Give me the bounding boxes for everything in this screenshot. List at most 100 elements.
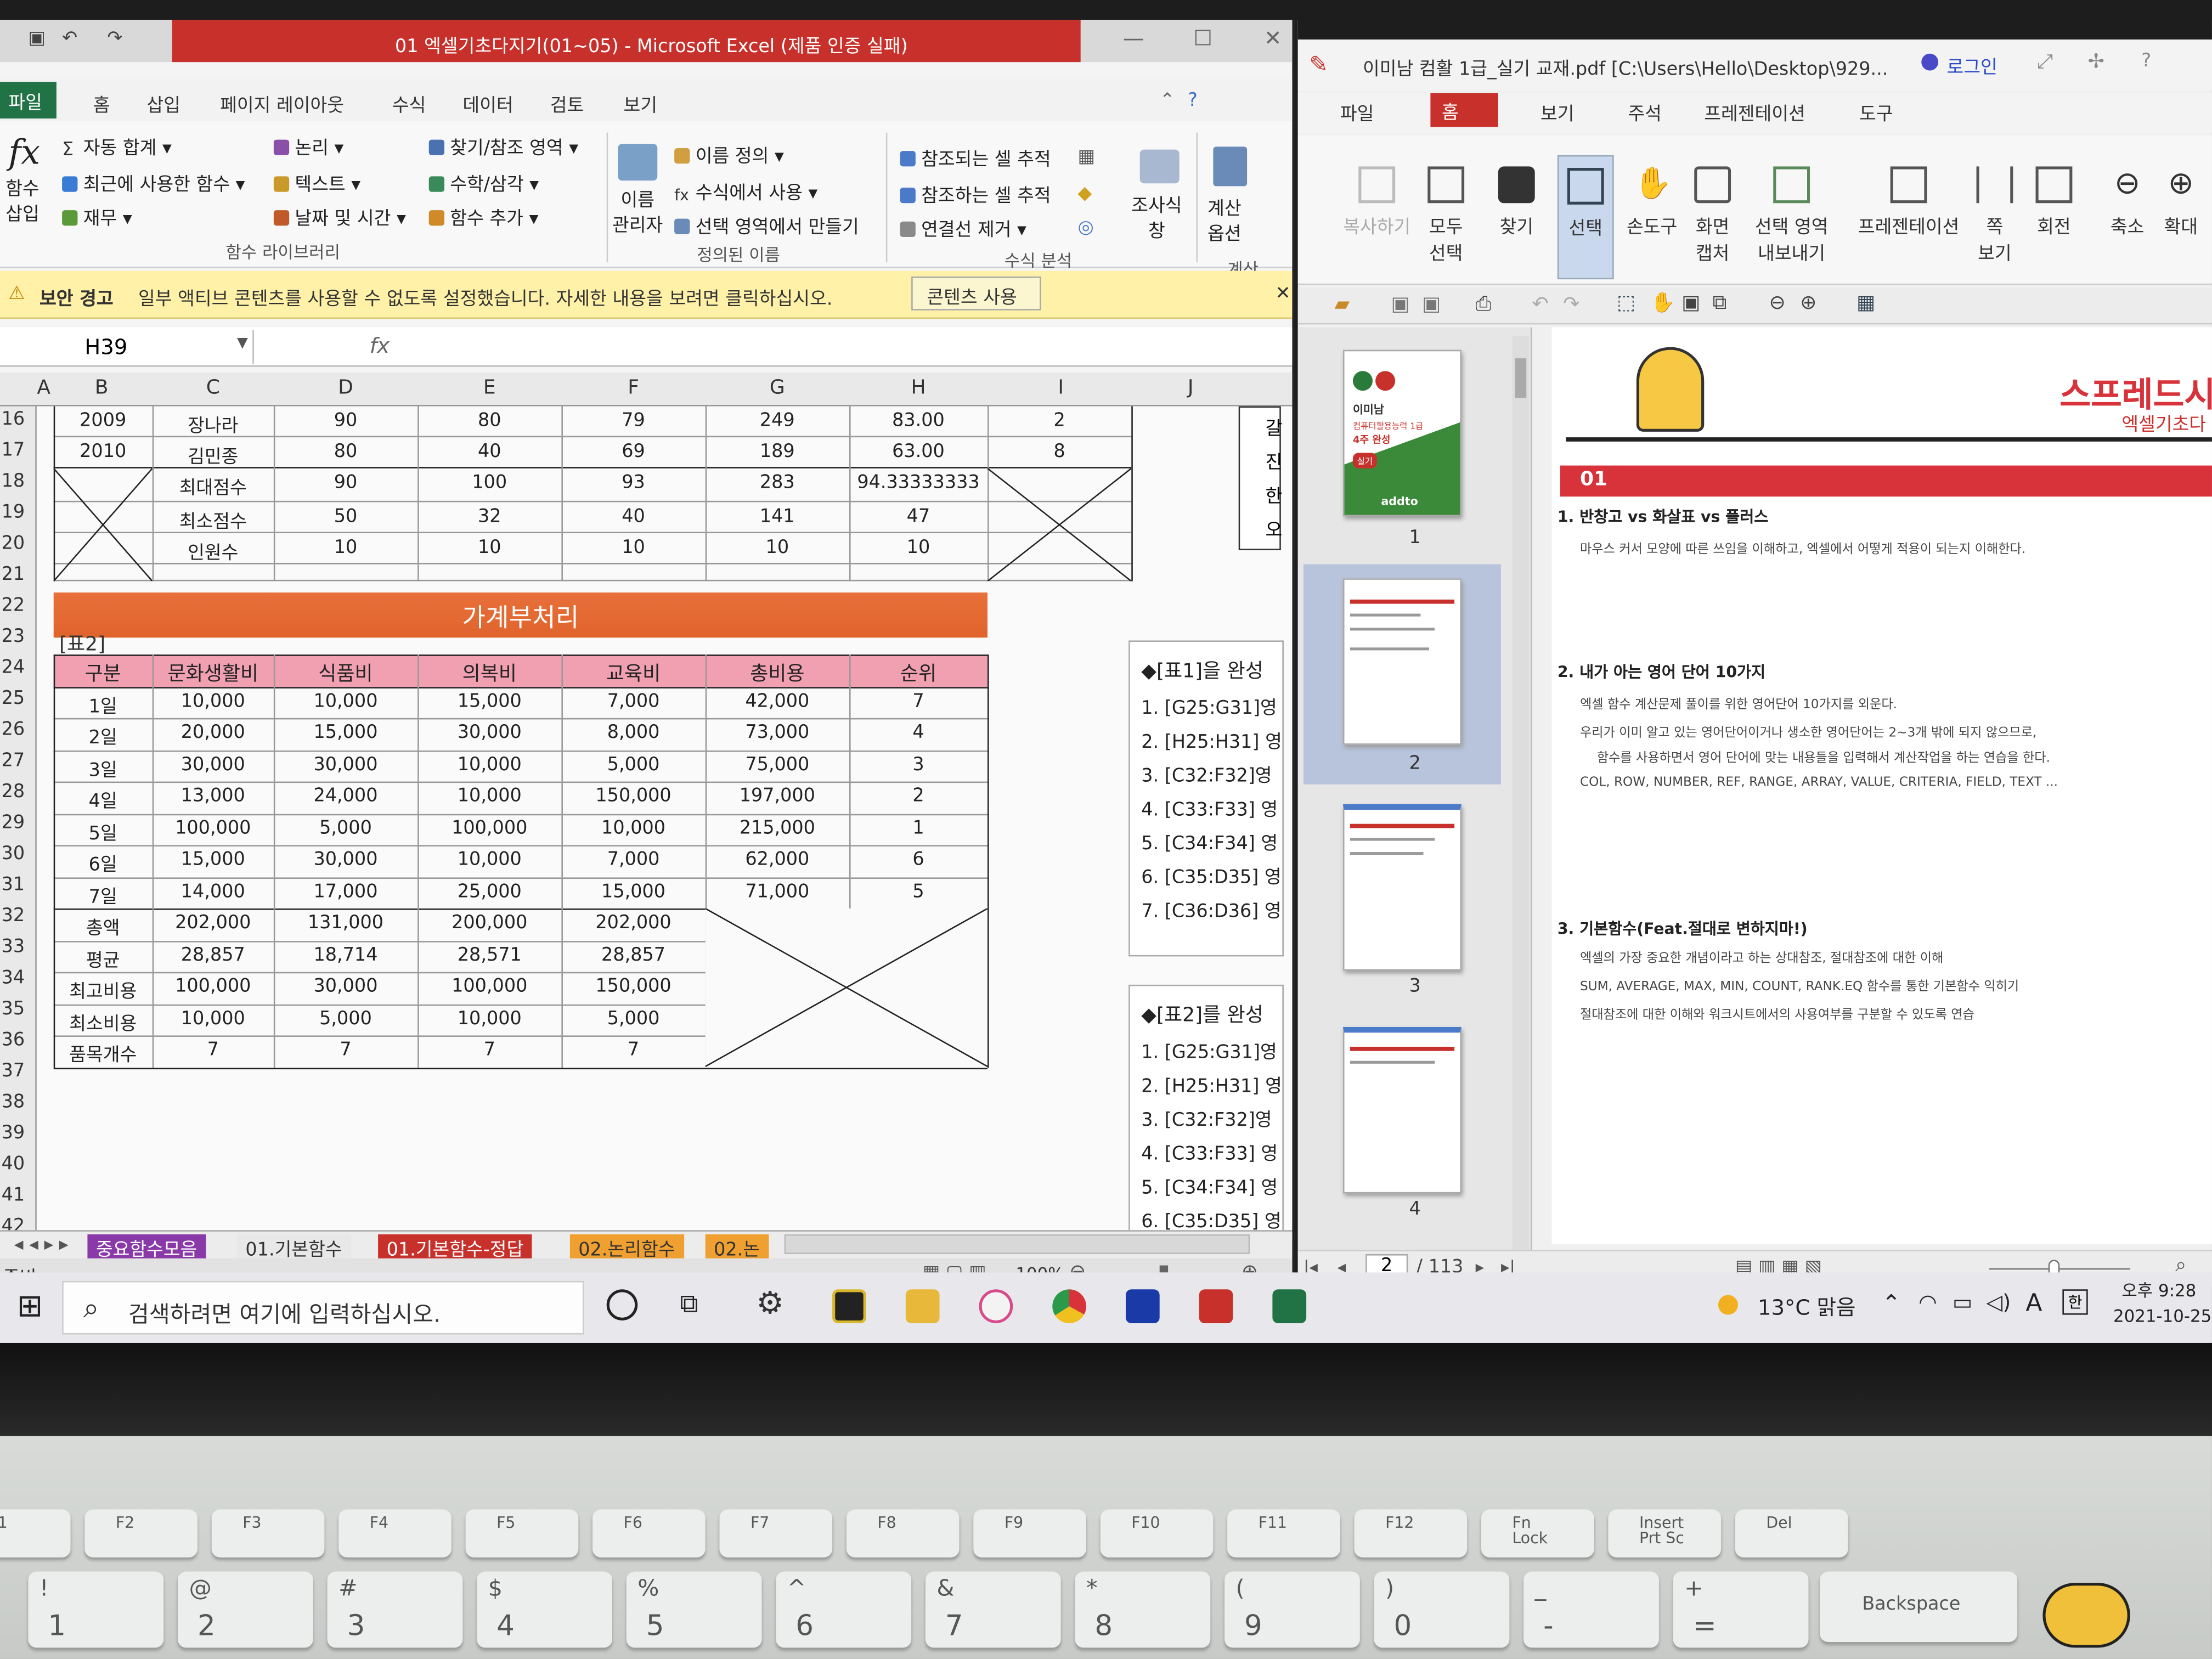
summary-value-cell[interactable]: 32	[417, 506, 561, 528]
menu-file[interactable]: 파일	[1340, 99, 1374, 126]
summary-value-cell[interactable]: 7	[274, 1040, 417, 1061]
day-cell[interactable]: 3일	[54, 754, 153, 781]
summary-label-cell[interactable]: 최소비용	[54, 1008, 153, 1035]
ribbon-collapse-icon[interactable]: ⌃	[1160, 91, 1175, 112]
day-cell[interactable]: 7일	[54, 881, 153, 908]
total-cell[interactable]: 249	[706, 410, 849, 432]
sticky-notes-icon[interactable]	[832, 1289, 866, 1323]
value-cell[interactable]: 5,000	[561, 754, 705, 775]
summary-value-cell[interactable]: 10,000	[417, 1008, 561, 1029]
summary-value-cell[interactable]: 50	[274, 506, 417, 528]
recent-functions-button[interactable]: 최근에 사용한 함수 ▾	[62, 170, 245, 196]
maximize-icon[interactable]: ☐	[1193, 25, 1212, 50]
zoom-in-icon[interactable]: ⊕	[1242, 1261, 1258, 1273]
weather-text[interactable]: 13°C 맑음	[1758, 1292, 1856, 1322]
fx-label[interactable]: fx	[370, 333, 390, 358]
thumbnail-page-2[interactable]	[1342, 578, 1462, 745]
itunes-icon[interactable]	[979, 1289, 1013, 1323]
score-cell[interactable]: 90	[274, 410, 417, 432]
number-key[interactable]: #3	[327, 1571, 463, 1648]
row-header[interactable]: 36	[0, 1030, 37, 1051]
row-header[interactable]: 26	[0, 719, 37, 741]
header-cell[interactable]: 구분	[54, 659, 153, 687]
menu-annotate[interactable]: 주석	[1628, 99, 1662, 126]
pdf-reader-icon[interactable]	[1199, 1289, 1233, 1323]
zoom-out-icon[interactable]: ⊖	[1069, 1261, 1086, 1273]
row-header[interactable]: 34	[0, 968, 37, 989]
value-cell[interactable]: 5,000	[274, 817, 417, 839]
screen-capture-button[interactable]: 화면 캡처	[1684, 166, 1741, 265]
hand-tool-button[interactable]: ✋ 손도구	[1620, 166, 1684, 238]
function-key[interactable]: F11	[1227, 1509, 1340, 1558]
summary-value-cell[interactable]: 100,000	[153, 976, 274, 997]
number-key[interactable]: ^ 6	[776, 1571, 912, 1648]
row-header[interactable]: 35	[0, 999, 37, 1020]
summary-value-cell[interactable]: 10	[849, 538, 988, 559]
insert-function-button[interactable]: 함수 삽입	[5, 178, 40, 229]
menu-tools[interactable]: 도구	[1859, 99, 1893, 126]
summary-value-cell[interactable]: 28,857	[561, 945, 705, 966]
pdf-page-view[interactable]: 스프레드시 엑셀기초다 01 1. 반창고 vs 화살표 vs 플러스 마우스 …	[1551, 327, 2212, 1244]
excel-icon[interactable]	[1272, 1289, 1307, 1323]
summary-value-cell[interactable]: 7	[561, 1040, 705, 1061]
backspace-key[interactable]: Backspace	[1820, 1571, 2018, 1643]
total-cell[interactable]: 189	[706, 442, 849, 463]
datetime-button[interactable]: 날짜 및 시간 ▾	[273, 203, 406, 230]
task-view-icon[interactable]: ⧉	[680, 1289, 698, 1319]
summary-value-cell[interactable]: 7	[153, 1040, 274, 1061]
save-as-icon[interactable]: ▣	[1422, 294, 1441, 316]
lookup-button[interactable]: 찾기/참조 영역 ▾	[428, 133, 578, 160]
ime-indicator[interactable]: A	[2026, 1289, 2042, 1317]
value-cell[interactable]: 71,000	[706, 881, 849, 902]
function-key[interactable]: Insert Prt Sc	[1608, 1509, 1722, 1558]
sheet-tab[interactable]: 01.기본함수-정답	[378, 1234, 532, 1261]
value-cell[interactable]: 20,000	[153, 723, 274, 744]
value-cell[interactable]: 62,000	[706, 849, 849, 871]
zoom-in-button[interactable]: ⊕ 확대	[2153, 166, 2209, 238]
tab-home[interactable]: 홈	[93, 91, 110, 117]
value-cell[interactable]: 15,000	[417, 691, 561, 712]
function-key[interactable]: F3	[211, 1509, 325, 1558]
formula-input[interactable]	[403, 330, 1278, 364]
watch-window-button[interactable]: 조사식 창	[1131, 195, 1182, 246]
value-cell[interactable]: 15,000	[153, 849, 274, 871]
value-cell[interactable]: 42,000	[706, 691, 849, 712]
value-cell[interactable]: 15,000	[561, 881, 705, 902]
thumbnail-page-4[interactable]	[1342, 1026, 1462, 1194]
summary-label-cell[interactable]: 품목개수	[54, 1040, 153, 1066]
number-key[interactable]: * 8	[1075, 1571, 1211, 1648]
warning-message[interactable]: 일부 액티브 콘텐츠를 사용할 수 없도록 설정했습니다. 자세한 내용을 보려…	[138, 284, 832, 311]
summary-value-cell[interactable]: 94.33333333	[849, 472, 988, 494]
function-key[interactable]: F5	[465, 1509, 579, 1558]
summary-value-cell[interactable]: 10	[706, 538, 849, 559]
logical-button[interactable]: 논리 ▾	[273, 133, 343, 160]
error-check-icon[interactable]: ◆	[1078, 183, 1092, 205]
value-cell[interactable]: 75,000	[706, 754, 849, 775]
row-header[interactable]: 33	[0, 936, 37, 958]
row-header[interactable]: 17	[0, 440, 37, 461]
menu-view[interactable]: 보기	[1541, 99, 1575, 126]
summary-value-cell[interactable]: 5,000	[274, 1008, 417, 1029]
korean-ime-icon[interactable]: 한	[2062, 1289, 2088, 1315]
cortana-icon[interactable]	[606, 1289, 638, 1321]
value-cell[interactable]: 30,000	[274, 849, 417, 871]
volume-icon[interactable]: ◁)	[1987, 1289, 2011, 1314]
value-cell[interactable]: 5	[849, 881, 988, 902]
day-cell[interactable]: 6일	[54, 849, 153, 876]
number-key[interactable]: (9	[1224, 1571, 1360, 1648]
view-buttons-icon[interactable]: ▦ ▢ ▥	[923, 1262, 986, 1272]
save-icon[interactable]: ▣	[28, 28, 46, 49]
word-icon[interactable]	[1125, 1289, 1160, 1323]
math-button[interactable]: 수학/삼각 ▾	[428, 170, 539, 196]
tab-file[interactable]: 파일	[0, 82, 57, 119]
value-cell[interactable]: 10,000	[417, 849, 561, 871]
menu-home[interactable]: 홈	[1430, 93, 1498, 127]
summary-value-cell[interactable]: 5,000	[561, 1008, 705, 1029]
number-key[interactable]: _ -	[1523, 1571, 1659, 1648]
summary-value-cell[interactable]: 18,714	[274, 945, 417, 966]
value-cell[interactable]: 10,000	[153, 691, 274, 712]
column-header[interactable]: F	[561, 377, 705, 399]
score-cell[interactable]: 80	[274, 442, 417, 463]
open-folder-icon[interactable]: ▰	[1335, 294, 1350, 316]
row-header[interactable]: 20	[0, 533, 37, 555]
